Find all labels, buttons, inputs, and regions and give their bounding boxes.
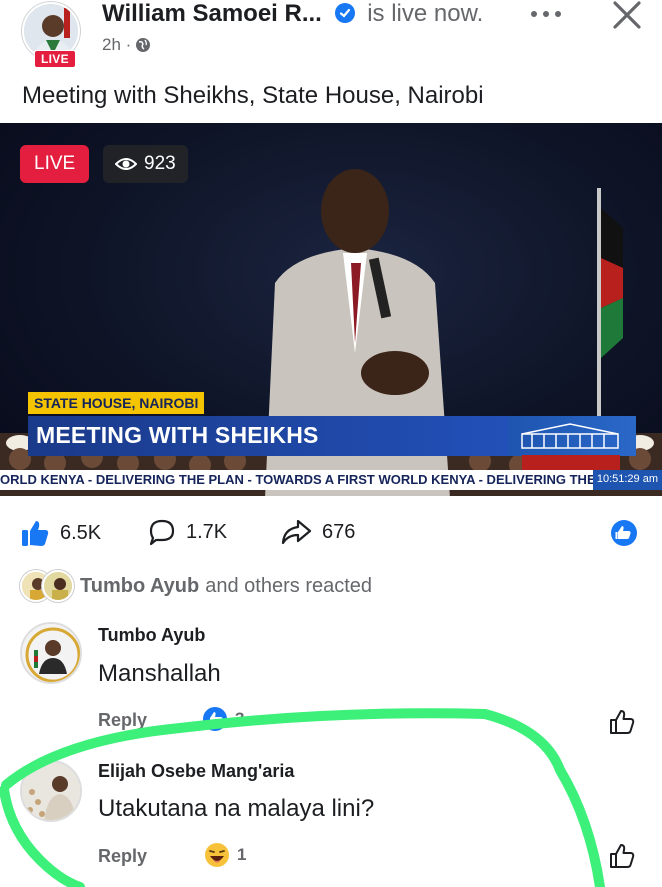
live-status-text: is live now.: [367, 0, 484, 27]
more-options-button[interactable]: [526, 0, 566, 31]
viewer-count-badge: 923: [103, 145, 188, 183]
verified-badge-icon: [334, 3, 355, 23]
commenter-name[interactable]: Elijah Osebe Mang'aria: [98, 761, 294, 782]
post-meta: 2h ·: [102, 35, 151, 55]
reactions-summary[interactable]: Tumbo Ayub and others reacted: [20, 568, 372, 604]
close-icon: [613, 1, 641, 29]
more-dots-icon: [531, 11, 561, 17]
kenya-flag-image: [597, 188, 623, 418]
comment-reaction-count[interactable]: 3: [202, 706, 244, 732]
author-name[interactable]: William Samoei R...: [102, 0, 322, 27]
comment-like-icon[interactable]: [608, 842, 636, 870]
commenter-name[interactable]: Tumbo Ayub: [98, 625, 205, 646]
lower-third-location: STATE HOUSE, NAIROBI: [28, 392, 205, 414]
reaction-like-badge-icon[interactable]: [611, 520, 637, 546]
post-time[interactable]: 2h ·: [102, 35, 131, 55]
comment-reaction-count[interactable]: 1: [204, 842, 246, 868]
post-header: LIVE William Samoei R... is live now. 2h…: [0, 0, 662, 120]
news-ticker: ORLD KENYA - DELIVERING THE PLAN - TOWAR…: [0, 470, 662, 490]
comment-button[interactable]: 1.7K: [148, 518, 227, 546]
post-caption: Meeting with Sheikhs, State House, Nairo…: [22, 82, 484, 109]
thumbs-up-icon: [22, 521, 49, 546]
share-button[interactable]: 676: [280, 518, 355, 546]
reacted-text: and others reacted: [205, 574, 373, 597]
author-line: William Samoei R... is live now.: [102, 0, 483, 28]
comment-bubble-icon: [149, 519, 175, 546]
share-arrow-icon: [281, 519, 312, 545]
comment-text: Utakutana na malaya lini?: [98, 795, 375, 822]
author-avatar[interactable]: LIVE: [22, 2, 82, 68]
lower-third-accent: [522, 455, 620, 471]
reactor-name[interactable]: Tumbo Ayub: [80, 575, 199, 598]
reply-button[interactable]: Reply: [98, 846, 147, 867]
post-action-bar: 6.5K 1.7K 676: [0, 508, 662, 556]
lower-third-headline: MEETING WITH SHEIKHS: [28, 416, 508, 456]
globe-icon: [136, 38, 151, 52]
live-badge: LIVE: [20, 145, 90, 183]
like-count: 6.5K: [60, 521, 102, 544]
haha-reaction-icon: [205, 843, 229, 867]
comment-text: Manshallah: [98, 660, 221, 687]
live-video-player[interactable]: LIVE 923 STATE HOUSE, NAIROBI MEETING WI…: [0, 123, 662, 496]
ticker-clock: 10:51:29 am: [592, 470, 662, 490]
commenter-avatar[interactable]: [20, 760, 82, 822]
eye-icon: [115, 158, 137, 170]
reply-button[interactable]: Reply: [98, 710, 147, 731]
like-button[interactable]: 6.5K: [20, 518, 101, 548]
state-house-logo-image: [508, 416, 636, 456]
commenter-avatar[interactable]: [20, 622, 82, 684]
reactor-avatar: [42, 570, 74, 602]
comment-like-icon[interactable]: [608, 708, 636, 736]
comment-count: 1.7K: [186, 520, 228, 543]
avatar-live-badge: LIVE: [34, 50, 76, 68]
viewer-count: 923: [144, 153, 176, 174]
close-button[interactable]: [610, 0, 646, 34]
like-reaction-icon: [203, 707, 227, 731]
share-count: 676: [322, 520, 356, 543]
